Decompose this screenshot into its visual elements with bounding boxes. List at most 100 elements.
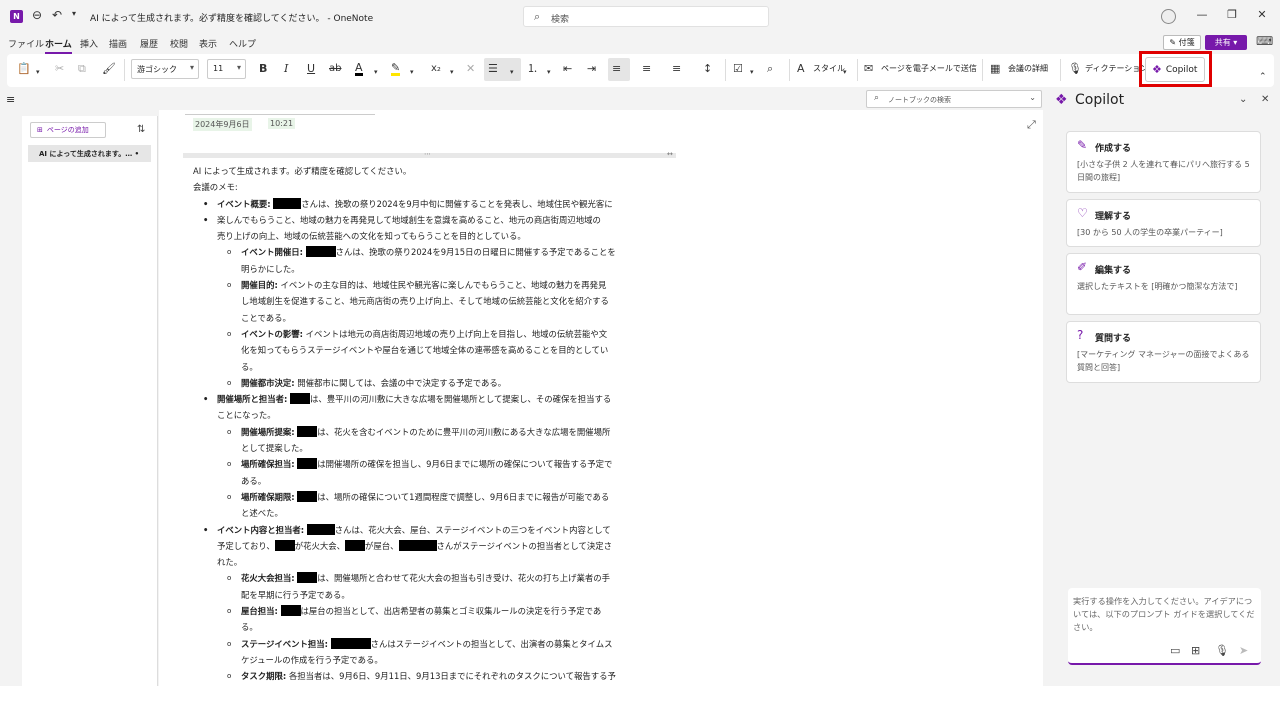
quick-access-dropdown-icon[interactable]: ▾ — [72, 9, 76, 18]
list-item-cont: ケジュールの作成を行う予定である。 — [241, 654, 383, 665]
search-icon: ⌕ — [534, 10, 541, 23]
ribbon-divider — [857, 59, 858, 81]
redacted-name — [398, 539, 437, 551]
redacted-name — [297, 490, 318, 502]
send-icon[interactable]: ➤ — [1239, 644, 1248, 657]
close-icon[interactable]: ✕ — [1254, 8, 1270, 21]
tab-insert[interactable]: 挿入 — [80, 37, 98, 50]
chevron-down-icon[interactable]: ⌄ — [1239, 94, 1247, 105]
window-title: AI によって生成されます。必ず精度を確認してください。 - OneNote — [90, 14, 374, 24]
redacted-name — [306, 523, 335, 535]
tab-review[interactable]: 校閲 — [170, 37, 188, 50]
chevron-down-icon: ▾ — [1233, 38, 1238, 47]
tab-draw[interactable]: 描画 — [109, 37, 127, 50]
copilot-logo-icon: ❖ — [1055, 92, 1068, 108]
add-page-button[interactable]: ⊞ ページの追加 — [30, 122, 106, 138]
styles-button[interactable]: スタイル — [813, 63, 845, 74]
numbering-icon[interactable]: ⒈ — [527, 62, 538, 76]
clear-format-icon[interactable]: ✕ — [466, 62, 475, 76]
decrease-indent-icon[interactable]: ⇤ — [563, 62, 572, 76]
copilot-card-understand[interactable]: ♡ 理解する [30 から 50 人の学生の卒業パーティー] — [1066, 199, 1261, 247]
tab-help[interactable]: ヘルプ — [229, 37, 256, 50]
meeting-details-button[interactable]: 会議の詳細 — [1008, 63, 1048, 74]
copilot-card-edit[interactable]: ✐ 編集する 選択したテキストを [明確かつ簡潔な方法で] — [1066, 253, 1261, 315]
maximize-icon[interactable]: ❐ — [1224, 8, 1240, 21]
numbering-dropdown-icon[interactable]: ▾ — [547, 65, 551, 79]
list-item: 場所確保期限: は、場所の確保について1週間程度で調整し、9月6日までに報告が可… — [193, 489, 673, 506]
highlight-icon[interactable]: ✎ — [391, 62, 401, 76]
share-button[interactable]: 共有 ▾ — [1205, 35, 1247, 50]
format-painter-icon[interactable]: 🖌 — [102, 62, 116, 76]
page-list-item[interactable]: AI によって生成されます。… • — [28, 145, 151, 162]
tab-home[interactable]: ホーム — [45, 37, 72, 54]
avatar[interactable] — [1161, 9, 1176, 24]
search-placeholder: 検索 — [551, 15, 570, 25]
microphone-icon[interactable]: 🎙 — [1215, 644, 1229, 657]
minimize-icon[interactable]: — — [1194, 8, 1210, 21]
todo-tag-icon[interactable]: ☑ — [733, 62, 743, 76]
hamburger-menu-icon[interactable]: ≡ — [6, 93, 15, 106]
redacted-name — [297, 572, 318, 584]
email-icon[interactable]: ✉ — [864, 62, 873, 76]
highlight-dropdown-icon[interactable]: ▾ — [410, 65, 414, 79]
drag-handle-icon[interactable]: ⋯ — [424, 150, 431, 158]
notebook-search-input[interactable]: ⌕ ノートブックの検索 ⌄ — [866, 90, 1042, 108]
meeting-details-icon[interactable]: ▦ — [990, 62, 1000, 76]
align-center-icon[interactable]: ≡ — [642, 62, 651, 76]
undo-icon[interactable]: ↶ — [52, 8, 62, 22]
subscript-dropdown-icon[interactable]: ▾ — [450, 65, 454, 79]
align-right-icon[interactable]: ≡ — [672, 62, 681, 76]
note-body[interactable]: AI によって生成されます。必ず精度を確認してください。 会議のメモ: イベント… — [193, 163, 673, 685]
list-item-cont: 配を早期に行う予定である。 — [241, 589, 350, 600]
bullets-dropdown-icon[interactable]: ▾ — [510, 65, 514, 79]
sort-icon[interactable]: ⇅ — [137, 124, 145, 135]
tab-file[interactable]: ファイル — [8, 37, 44, 50]
underline-icon[interactable]: U — [307, 62, 315, 76]
resize-handle-icon[interactable]: ↔ — [667, 150, 673, 158]
microphone-icon[interactable]: 🎙 — [1068, 62, 1082, 76]
sticky-note-button[interactable]: ✎ 付箋 — [1163, 35, 1201, 50]
styles-dropdown-icon[interactable]: ▾ — [843, 65, 847, 79]
redacted-name — [305, 246, 336, 258]
comment-icon[interactable]: ⌨ — [1256, 34, 1273, 48]
copilot-card-create[interactable]: ✎ 作成する [小さな子供 2 人を連れて春にパリへ旅行する 5 日間の旅程] — [1066, 131, 1261, 193]
strikethrough-icon[interactable]: ab — [329, 62, 341, 76]
list-item: 開催場所と担当者: は、豊平川の河川敷に大きな広場を開催場所として提案し、その確… — [193, 391, 673, 408]
find-tags-icon[interactable]: ⌕ — [767, 62, 773, 76]
copilot-card-ask[interactable]: ? 質問する [マーケティング マネージャーの面接でよくある質問と回答] — [1066, 321, 1261, 383]
styles-icon[interactable]: A — [797, 62, 805, 76]
tab-view[interactable]: 表示 — [199, 37, 217, 50]
paste-dropdown-icon[interactable]: ▾ — [36, 65, 40, 79]
subscript-icon[interactable]: x₂ — [431, 62, 441, 76]
close-icon[interactable]: ✕ — [1261, 94, 1269, 105]
notebook-icon[interactable]: ▭ — [1170, 644, 1180, 657]
italic-icon[interactable]: I — [284, 62, 288, 76]
collapse-ribbon-icon[interactable]: ⌃ — [1259, 70, 1267, 84]
question-icon: ? — [1077, 328, 1084, 342]
font-color-dropdown-icon[interactable]: ▾ — [374, 65, 378, 79]
expand-icon[interactable]: ⤢ — [1027, 118, 1036, 132]
tab-history[interactable]: 履歴 — [140, 37, 158, 50]
copy-icon[interactable]: ⧉ — [78, 62, 86, 76]
back-icon[interactable]: ⊖ — [32, 8, 42, 22]
font-name-select[interactable]: 游ゴシック ▾ — [131, 59, 199, 79]
search-icon: ⌕ — [874, 93, 880, 103]
list-item-cont: れた。 — [217, 557, 243, 568]
chevron-down-icon: ▾ — [236, 63, 241, 72]
paste-icon[interactable]: 📋 — [17, 62, 31, 76]
email-page-button[interactable]: ページを電子メールで送信 — [881, 63, 977, 74]
list-item-cont: 楽しんでもらうこと、地域の魅力を再発見して地域創生を意識を高めること、地元の商店… — [193, 212, 673, 229]
bold-icon[interactable]: B — [259, 62, 267, 76]
prompt-guide-icon[interactable]: ⊞ — [1191, 644, 1200, 657]
font-color-icon[interactable]: A — [355, 62, 363, 76]
list-item-cont: 明らかにした。 — [241, 263, 300, 274]
ribbon-divider — [1060, 59, 1061, 81]
cut-icon[interactable]: ✂ — [55, 62, 64, 76]
increase-indent-icon[interactable]: ⇥ — [587, 62, 596, 76]
bullets-icon: ☰ — [488, 62, 498, 75]
font-size-select[interactable]: 11 ▾ — [207, 59, 246, 79]
search-input[interactable]: ⌕ 検索 — [523, 6, 769, 27]
tag-dropdown-icon[interactable]: ▾ — [750, 65, 754, 79]
line-spacing-icon[interactable]: ↕ — [703, 62, 712, 76]
redacted-name — [273, 197, 302, 209]
